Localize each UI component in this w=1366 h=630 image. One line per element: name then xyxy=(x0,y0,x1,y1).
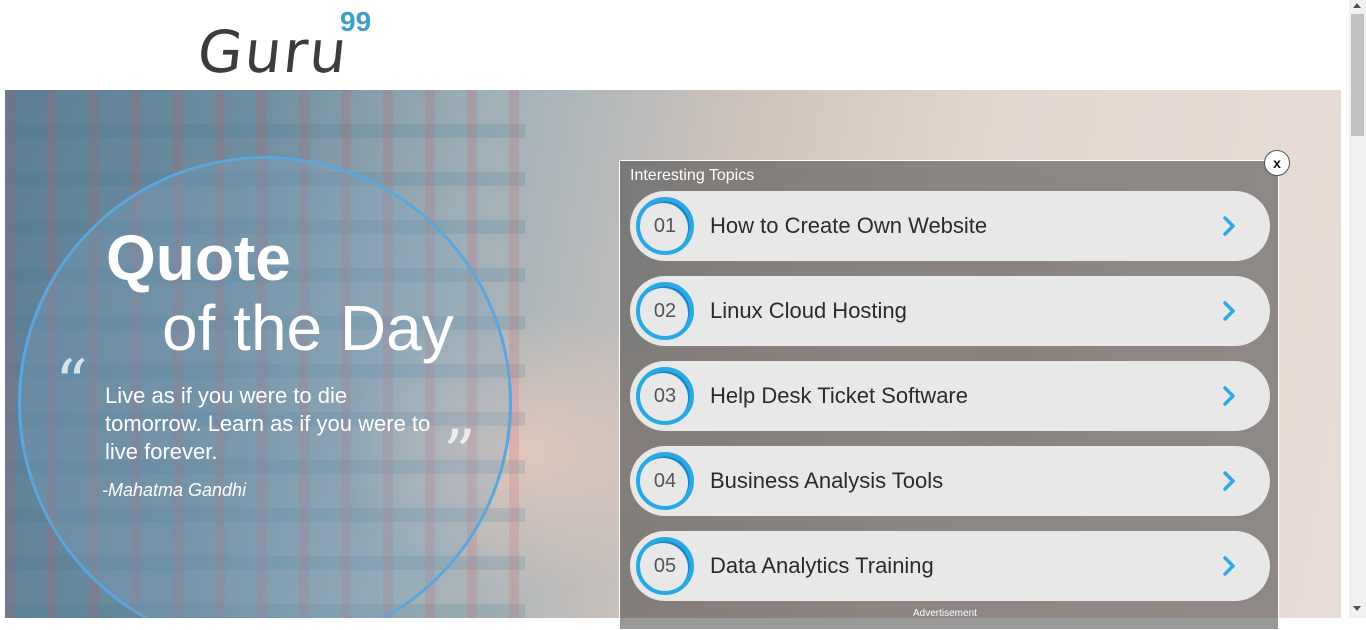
topic-label: How to Create Own Website xyxy=(710,213,988,238)
topic-label: Linux Cloud Hosting xyxy=(710,298,907,323)
interesting-topics-panel: Interesting Topics 01 How to Create Own … xyxy=(619,160,1279,630)
quote-author: -Mahatma Gandhi xyxy=(102,480,247,500)
topic-item-3[interactable]: 03 Help Desk Ticket Software xyxy=(630,361,1270,431)
close-quote-icon: ” xyxy=(443,417,476,491)
topic-item-4[interactable]: 04 Business Analysis Tools xyxy=(630,446,1270,516)
quote-title-line1: Quote xyxy=(106,222,291,294)
chevron-right-icon xyxy=(1223,471,1235,491)
topic-label: Data Analytics Training xyxy=(710,553,934,578)
chevron-right-icon xyxy=(1223,556,1235,576)
site-logo[interactable]: Guru 99 xyxy=(194,6,388,86)
advertisement-label: Advertisement xyxy=(913,608,977,619)
logo-superscript: 99 xyxy=(340,6,372,37)
chevron-right-icon xyxy=(1223,386,1235,406)
chevron-right-icon xyxy=(1223,301,1235,321)
topic-number-badge: 03 xyxy=(636,367,694,425)
topic-number-badge: 02 xyxy=(636,282,694,340)
topic-item-2[interactable]: 02 Linux Cloud Hosting xyxy=(630,276,1270,346)
topic-label: Business Analysis Tools xyxy=(710,468,944,493)
close-button[interactable]: x xyxy=(1264,150,1290,176)
scrollbar-thumb[interactable] xyxy=(1351,14,1364,136)
topic-item-5[interactable]: 05 Data Analytics Training xyxy=(630,531,1270,601)
topic-number-badge: 04 xyxy=(636,452,694,510)
scroll-down-icon[interactable] xyxy=(1353,606,1361,611)
topic-item-1[interactable]: 01 How to Create Own Website xyxy=(630,191,1270,261)
quote-text: Live as if you were to die tomorrow. Lea… xyxy=(105,383,431,464)
logo-text: Guru xyxy=(194,18,352,86)
topic-label: Help Desk Ticket Software xyxy=(710,383,968,408)
scroll-up-icon[interactable] xyxy=(1353,3,1361,8)
vertical-scrollbar[interactable] xyxy=(1349,0,1366,618)
open-quote-icon: “ xyxy=(55,347,88,421)
topic-number-badge: 05 xyxy=(636,537,694,595)
quote-title-line2: of the Day xyxy=(162,292,454,364)
chevron-right-icon xyxy=(1223,216,1235,236)
topic-number-badge: 01 xyxy=(636,197,694,255)
topics-title: Interesting Topics xyxy=(630,167,755,184)
